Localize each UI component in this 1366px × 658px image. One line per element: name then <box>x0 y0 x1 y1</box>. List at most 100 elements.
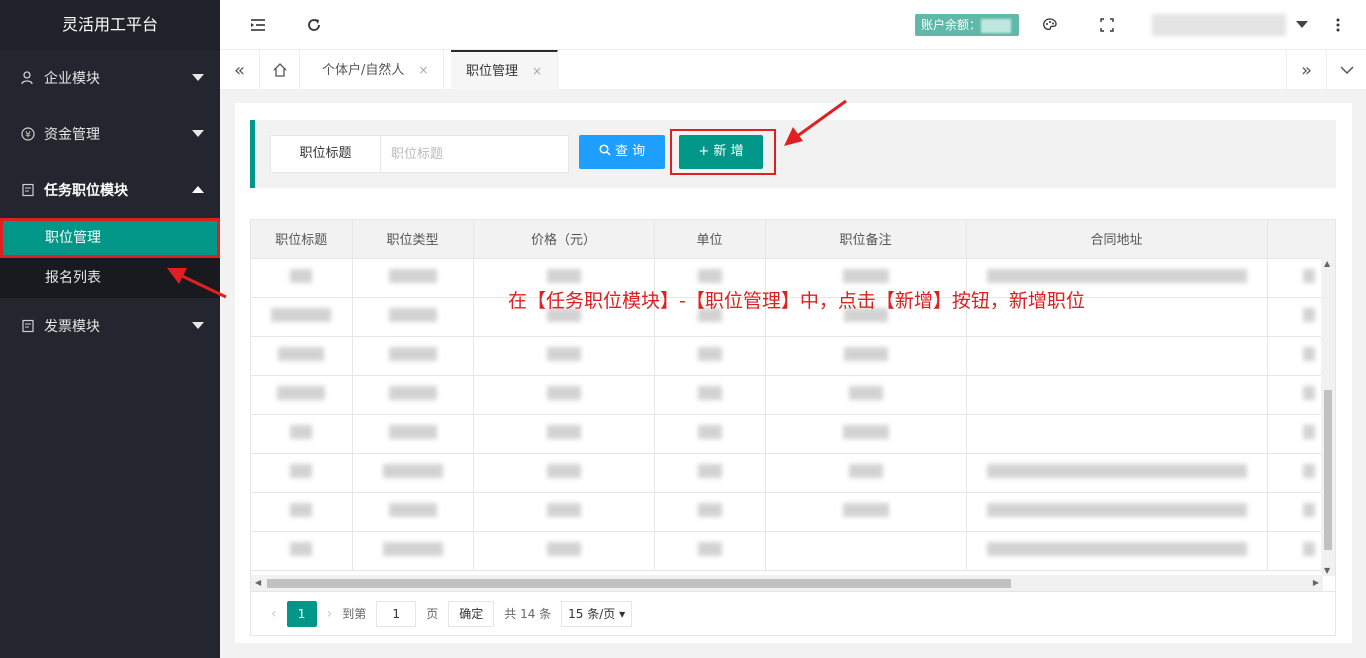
sidebar-item-task-position[interactable]: 任务职位模块 <box>0 162 220 218</box>
confirm-button[interactable]: 确定 <box>448 600 495 627</box>
redacted-value <box>546 268 581 283</box>
horizontal-scrollbar[interactable]: ◀ ▶ <box>251 575 1323 591</box>
redacted-value <box>1303 463 1315 478</box>
redacted-value <box>697 268 722 283</box>
table-cell <box>654 531 766 571</box>
sidebar-item-registration-list[interactable]: 报名列表 <box>0 258 220 298</box>
redacted-value <box>546 541 581 556</box>
menu-collapse-icon[interactable] <box>247 14 269 36</box>
table-row[interactable] <box>251 375 1335 415</box>
redacted-value <box>986 463 1247 478</box>
table-cell <box>352 375 474 415</box>
redacted-value <box>1303 385 1315 400</box>
prev-page-icon[interactable]: ‹ <box>271 606 277 622</box>
table-cell <box>654 375 766 415</box>
redacted-value <box>388 307 437 322</box>
table-cell <box>352 492 474 532</box>
table-row[interactable] <box>251 414 1335 454</box>
query-button[interactable]: 查 询 <box>579 135 665 169</box>
table-row[interactable] <box>251 453 1335 493</box>
redacted-value <box>1303 424 1315 439</box>
table-cell <box>251 297 353 337</box>
redacted-value <box>1303 268 1315 283</box>
redacted-value <box>848 463 883 478</box>
more-vertical-icon[interactable] <box>1327 14 1349 36</box>
fullscreen-icon[interactable] <box>1096 14 1118 36</box>
position-title-input[interactable] <box>381 136 568 172</box>
user-name[interactable] <box>1152 14 1286 36</box>
scrollbar-thumb[interactable] <box>267 579 1011 588</box>
sidebar-submenu: 职位管理 报名列表 <box>0 218 220 298</box>
table-cell <box>473 492 655 532</box>
tab-individual[interactable]: 个体户/自然人 × <box>307 50 445 90</box>
main-content: 职位标题 查 询 + 新 增 职位标题 职位类型 价格（元） 单位 职位备注 合… <box>235 103 1352 643</box>
home-icon[interactable] <box>260 50 300 90</box>
scroll-up-icon[interactable]: ▲ <box>1324 259 1330 268</box>
table-cell <box>251 375 353 415</box>
scrollbar-thumb[interactable] <box>1324 390 1332 550</box>
redacted-value <box>842 268 889 283</box>
current-page[interactable]: 1 <box>286 600 317 627</box>
redacted-value <box>1303 502 1315 517</box>
redacted-value <box>1303 307 1315 322</box>
column-header-remark: 职位备注 <box>765 220 967 259</box>
table-cell <box>765 453 967 493</box>
column-header-type: 职位类型 <box>352 220 474 259</box>
tab-position-management[interactable]: 职位管理 × <box>451 50 559 90</box>
table-cell <box>251 531 353 571</box>
scroll-down-icon[interactable]: ▼ <box>1324 566 1330 575</box>
redacted-value <box>843 346 888 361</box>
tab-label: 职位管理 <box>466 64 519 79</box>
table-cell <box>765 492 967 532</box>
redacted-value <box>848 385 883 400</box>
pagination: ‹ 1 › 到第 1 页 确定 共 14 条 15 条/页 ▾ <box>250 592 1336 636</box>
sidebar-item-invoice[interactable]: 发票模块 <box>0 298 220 354</box>
sidebar: 灵活用工平台 企业模块 ¥ 资金管理 任务职位模块 职位管理 报名列表 发票模块 <box>0 0 220 658</box>
redacted-value <box>697 463 722 478</box>
next-page-icon[interactable]: › <box>327 606 333 622</box>
redacted-value <box>290 463 313 478</box>
page-size-select[interactable]: 15 条/页 ▾ <box>561 600 633 627</box>
sidebar-item-label: 资金管理 <box>44 127 100 143</box>
tabs-scroll-right-icon[interactable]: » <box>1286 50 1326 90</box>
redacted-value <box>697 346 722 361</box>
close-icon[interactable]: × <box>418 63 428 77</box>
chevron-down-icon <box>192 74 204 81</box>
redacted-value <box>842 424 889 439</box>
sidebar-item-funds[interactable]: ¥ 资金管理 <box>0 106 220 162</box>
table-cell <box>352 531 474 571</box>
chevron-down-icon[interactable] <box>1326 50 1366 90</box>
redacted-value <box>842 502 889 517</box>
table-cell <box>473 414 655 454</box>
scroll-right-icon[interactable]: ▶ <box>1313 578 1319 587</box>
sidebar-item-position-management[interactable]: 职位管理 <box>0 218 220 258</box>
vertical-scrollbar[interactable]: ▲ ▼ <box>1321 258 1335 576</box>
tabs-scroll-left-icon[interactable]: « <box>220 50 260 90</box>
redacted-value <box>546 385 581 400</box>
redacted-value <box>382 463 443 478</box>
redacted-value <box>278 346 325 361</box>
redacted-value <box>546 502 581 517</box>
close-icon[interactable]: × <box>532 64 542 78</box>
redacted-value <box>986 541 1247 556</box>
column-header-unit: 单位 <box>654 220 766 259</box>
chevron-down-icon[interactable] <box>1296 21 1308 28</box>
refresh-icon[interactable] <box>303 14 325 36</box>
table-cell <box>352 258 474 298</box>
table-cell <box>352 336 474 376</box>
table-row[interactable] <box>251 531 1335 571</box>
table-cell <box>654 336 766 376</box>
goto-page-input[interactable]: 1 <box>376 600 417 627</box>
table-cell <box>765 336 967 376</box>
table-cell <box>966 375 1268 415</box>
table-row[interactable] <box>251 492 1335 532</box>
sidebar-item-label: 发票模块 <box>44 319 100 335</box>
scroll-left-icon[interactable]: ◀ <box>255 578 261 587</box>
sidebar-item-enterprise[interactable]: 企业模块 <box>0 50 220 106</box>
app-title: 灵活用工平台 <box>0 0 220 50</box>
palette-icon[interactable] <box>1039 14 1061 36</box>
table-cell <box>251 258 353 298</box>
redacted-value <box>1303 346 1315 361</box>
balance-value <box>981 18 1012 33</box>
table-row[interactable] <box>251 336 1335 376</box>
